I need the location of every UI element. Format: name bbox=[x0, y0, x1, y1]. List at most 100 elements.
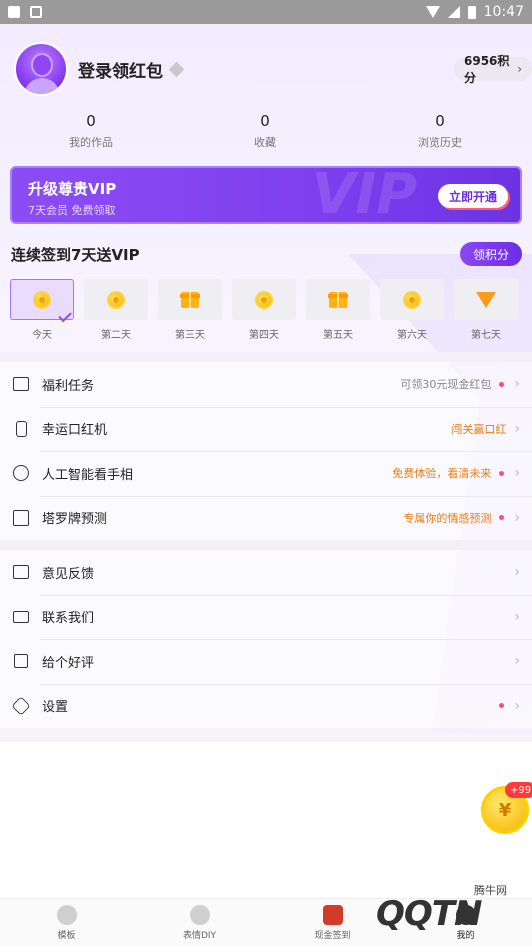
day-label: 第七天 bbox=[471, 330, 501, 341]
stat-value: 0 bbox=[435, 112, 445, 130]
red-dot bbox=[499, 381, 505, 387]
signin-day[interactable]: 第四天 bbox=[232, 279, 296, 341]
settings-icon bbox=[11, 696, 31, 716]
menu-item-feedback[interactable]: 意见反馈 › bbox=[0, 550, 532, 595]
menu-item-label: 幸运口红机 bbox=[42, 423, 108, 439]
chevron-right-icon: › bbox=[514, 509, 520, 526]
menu-item-label: 意见反馈 bbox=[42, 566, 95, 582]
day-label: 第二天 bbox=[101, 330, 131, 341]
lipstick-icon bbox=[12, 420, 30, 438]
menu-item-hint: 专属你的情感预测 bbox=[403, 511, 492, 525]
menu-item-hint: 免费体验，看清未来 bbox=[392, 467, 492, 481]
open-vip-button[interactable]: 立即开通 bbox=[438, 184, 508, 208]
watermark-text: QQTN bbox=[376, 894, 482, 934]
coin-icon bbox=[107, 290, 125, 309]
clock: 10:47 bbox=[483, 4, 524, 20]
chevron-right-icon: › bbox=[514, 420, 520, 437]
login-title[interactable]: 登录领红包 bbox=[78, 57, 163, 82]
gem-icon bbox=[476, 291, 496, 308]
gift-icon bbox=[180, 291, 200, 308]
tab-emoji-diy[interactable]: 表情DIY bbox=[133, 899, 266, 946]
gift-icon bbox=[328, 291, 348, 308]
smiley-icon bbox=[56, 904, 77, 925]
points-value: 6956积分 bbox=[464, 54, 510, 85]
signin-day[interactable]: 第七天 bbox=[454, 279, 518, 341]
menu-item-palm-reading[interactable]: 人工智能看手相 免费体验，看清未来 › bbox=[0, 451, 532, 496]
stat-value: 0 bbox=[86, 112, 96, 130]
chat-icon bbox=[12, 608, 30, 626]
menu-item-settings[interactable]: 设置 › bbox=[0, 683, 532, 729]
stat-favorites[interactable]: 0 收藏 bbox=[205, 112, 325, 150]
yuan-icon: ¥ bbox=[498, 799, 512, 821]
ai-head-icon bbox=[12, 464, 30, 482]
menu-item-welfare-tasks[interactable]: 福利任务 可领30元现金红包 › bbox=[0, 362, 532, 407]
signin-day[interactable]: 今天 bbox=[10, 279, 74, 341]
tab-templates[interactable]: 模板 bbox=[0, 899, 133, 946]
tab-label: 模板 bbox=[57, 930, 76, 941]
menu-item-contact[interactable]: 联系我们 › bbox=[0, 594, 532, 640]
vip-subtitle: 7天会员 免费领取 bbox=[28, 204, 116, 217]
vip-banner[interactable]: VIP 升级尊贵VIP 7天会员 免费领取 立即开通 bbox=[10, 166, 522, 224]
menu-group-features: 福利任务 可领30元现金红包 › 幸运口红机 闯关赢口红 › 人工智能看手相 免… bbox=[0, 362, 532, 540]
coin-badge: +99 bbox=[505, 782, 532, 798]
tarot-card-icon bbox=[12, 509, 30, 527]
points-button[interactable]: 6956积分 › bbox=[454, 54, 532, 85]
menu-item-tarot[interactable]: 塔罗牌预测 专属你的情感预测 › bbox=[0, 495, 532, 541]
menu-group-general: 意见反馈 › 联系我们 › 给个好评 › 设置 › bbox=[0, 550, 532, 728]
notification-icon bbox=[8, 6, 20, 18]
chevron-right-icon: › bbox=[514, 653, 520, 670]
menu-item-label: 人工智能看手相 bbox=[42, 467, 134, 483]
coin-icon bbox=[403, 290, 421, 309]
signin-day[interactable]: 第五天 bbox=[306, 279, 370, 341]
chevron-right-icon: › bbox=[514, 564, 520, 581]
app-notification-icon bbox=[30, 6, 42, 18]
stat-history[interactable]: 0 浏览历史 bbox=[380, 112, 500, 150]
profile-header[interactable]: 登录领红包 bbox=[14, 42, 185, 96]
signin-day[interactable]: 第二天 bbox=[84, 279, 148, 341]
site-watermark: 腾牛网 QQTN bbox=[340, 880, 530, 942]
chevron-right-icon: › bbox=[514, 465, 520, 482]
menu-item-label: 设置 bbox=[42, 700, 69, 716]
smiley-icon bbox=[189, 904, 210, 925]
red-dot bbox=[499, 515, 505, 521]
chevron-right-icon: › bbox=[514, 376, 520, 393]
claim-points-button[interactable]: 领积分 bbox=[460, 242, 522, 266]
vip-title: 升级尊贵VIP bbox=[28, 180, 117, 198]
stat-works[interactable]: 0 我的作品 bbox=[31, 112, 151, 150]
day-label: 第五天 bbox=[323, 330, 353, 341]
check-icon bbox=[58, 308, 72, 323]
signin-day[interactable]: 第三天 bbox=[158, 279, 222, 341]
day-label: 今天 bbox=[32, 330, 52, 341]
red-dot bbox=[499, 470, 505, 476]
basket-icon bbox=[12, 375, 30, 393]
menu-item-label: 给个好评 bbox=[42, 655, 95, 671]
day-label: 第四天 bbox=[249, 330, 279, 341]
thumbs-up-icon bbox=[12, 652, 30, 670]
coin-icon bbox=[255, 290, 273, 309]
menu-item-label: 联系我们 bbox=[42, 611, 95, 627]
inbox-icon bbox=[12, 563, 30, 581]
coin-icon bbox=[33, 290, 51, 309]
diamond-icon bbox=[168, 61, 185, 77]
day-label: 第三天 bbox=[175, 330, 205, 341]
chevron-right-icon: › bbox=[517, 62, 522, 76]
signin-day[interactable]: 第六天 bbox=[380, 279, 444, 341]
tab-label: 表情DIY bbox=[182, 930, 217, 941]
menu-item-hint: 闯关赢口红 bbox=[451, 422, 507, 436]
signal-icon bbox=[447, 6, 460, 18]
avatar[interactable] bbox=[14, 42, 68, 96]
vip-watermark: VIP bbox=[312, 166, 418, 224]
empty-area bbox=[0, 742, 532, 898]
status-bar: 10:47 bbox=[0, 0, 532, 24]
menu-list: 福利任务 可领30元现金红包 › 幸运口红机 闯关赢口红 › 人工智能看手相 免… bbox=[0, 352, 532, 728]
stat-label: 浏览历史 bbox=[418, 136, 462, 149]
wifi-icon bbox=[425, 6, 440, 18]
chevron-right-icon: › bbox=[514, 608, 520, 625]
menu-item-hint: 可领30元现金红包 bbox=[400, 378, 492, 392]
menu-item-label: 塔罗牌预测 bbox=[42, 512, 108, 528]
menu-item-rate[interactable]: 给个好评 › bbox=[0, 639, 532, 684]
day-label: 第六天 bbox=[397, 330, 427, 341]
menu-item-lipstick[interactable]: 幸运口红机 闯关赢口红 › bbox=[0, 406, 532, 452]
battery-icon bbox=[467, 5, 476, 19]
signin-title: 连续签到7天送VIP bbox=[11, 246, 140, 264]
